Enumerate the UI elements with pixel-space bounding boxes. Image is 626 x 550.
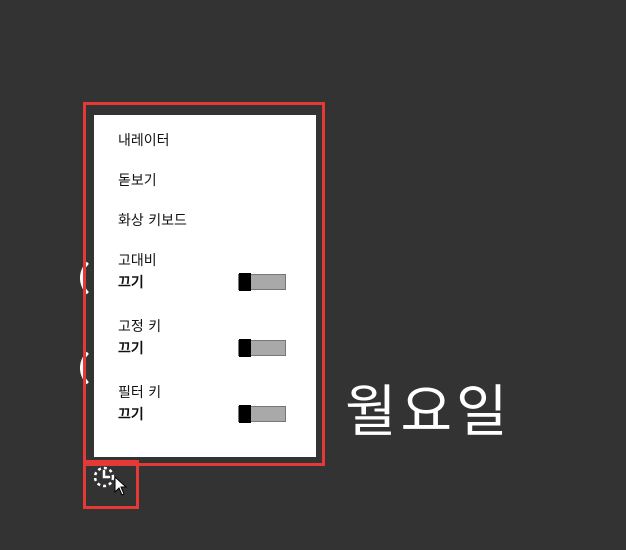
menu-item-magnifier[interactable]: 돋보기 xyxy=(118,171,316,191)
toggle-state-label: 끄기 xyxy=(118,407,144,423)
toggle-row: 끄기 xyxy=(118,403,286,425)
toggle-row: 끄기 xyxy=(118,337,286,359)
menu-item-on-screen-keyboard[interactable]: 화상 키보드 xyxy=(118,211,316,231)
filter-keys-switch[interactable] xyxy=(238,405,286,423)
toggle-title: 고대비 xyxy=(118,253,157,269)
sticky-keys-switch[interactable] xyxy=(238,339,286,357)
toggle-high-contrast: 고대비 끄기 xyxy=(118,251,316,293)
ease-of-access-menu: 내레이터 돋보기 화상 키보드 고대비 끄기 고정 키 끄기 필터 키 끄기 xyxy=(94,115,316,457)
high-contrast-switch[interactable] xyxy=(238,273,286,291)
switch-thumb[interactable] xyxy=(239,339,251,357)
menu-item-narrator[interactable]: 내레이터 xyxy=(118,131,316,151)
toggle-sticky-keys: 고정 키 끄기 xyxy=(118,317,316,359)
toggle-state-label: 끄기 xyxy=(118,275,144,291)
toggle-row: 끄기 xyxy=(118,271,286,293)
lock-screen-day: 월요일 xyxy=(345,380,512,445)
toggle-filter-keys: 필터 키 끄기 xyxy=(118,383,316,425)
switch-thumb[interactable] xyxy=(239,405,251,423)
toggle-state-label: 끄기 xyxy=(118,341,144,357)
switch-thumb[interactable] xyxy=(239,273,251,291)
toggle-title: 필터 키 xyxy=(118,385,162,401)
mouse-pointer-icon xyxy=(114,475,128,496)
toggle-title: 고정 키 xyxy=(118,319,162,335)
